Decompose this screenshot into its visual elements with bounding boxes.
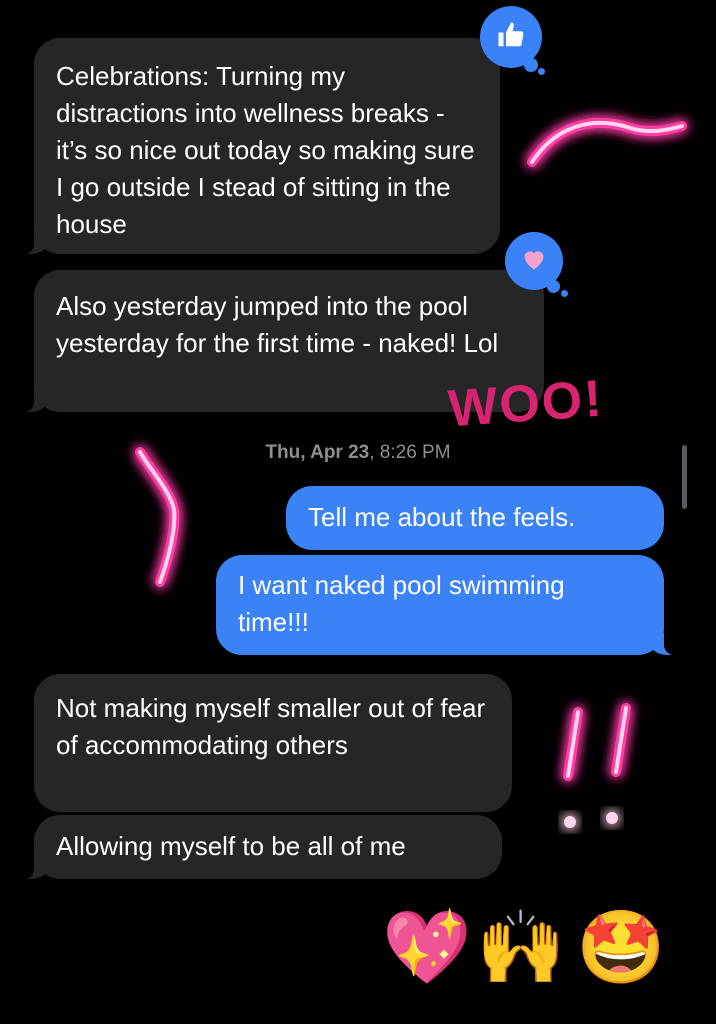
message-text: Tell me about the feels.: [308, 502, 576, 532]
message-text: Allowing myself to be all of me: [56, 831, 406, 861]
incoming-message-bubble[interactable]: Not making myself smaller out of fear of…: [34, 674, 512, 812]
outgoing-message-bubble[interactable]: Tell me about the feels.: [286, 486, 664, 550]
scrollbar[interactable]: [682, 445, 687, 509]
incoming-message-bubble[interactable]: Allowing myself to be all of me: [20, 815, 502, 879]
incoming-message-bubble[interactable]: Also yesterday jumped into the pool yest…: [20, 270, 544, 412]
tapback-like[interactable]: [480, 6, 545, 75]
message-text: Not making myself smaller out of fear of…: [56, 693, 486, 760]
message-text: Also yesterday jumped into the pool yest…: [56, 291, 499, 358]
incoming-message-bubble[interactable]: Celebrations: Turning my distractions in…: [20, 38, 500, 254]
thumbs-up-icon: [496, 20, 526, 55]
outgoing-message-bubble[interactable]: I want naked pool swimming time!!!: [216, 555, 678, 655]
tapback-love[interactable]: [505, 232, 568, 297]
neon-curve-stroke: [135, 447, 180, 587]
message-text: Celebrations: Turning my distractions in…: [56, 61, 475, 239]
message-text: I want naked pool swimming time!!!: [238, 570, 565, 637]
neon-tilde-stroke: [527, 118, 687, 167]
heart-icon: [520, 245, 548, 278]
timestamp: Thu, Apr 23, 8:26 PM: [265, 442, 451, 463]
star-struck-emoji: 🤩: [576, 908, 666, 988]
sparkling-heart-emoji: 💖: [382, 908, 472, 988]
raising-hands-emoji: 🙌: [476, 908, 566, 988]
neon-exclaim-stroke: [563, 703, 631, 781]
